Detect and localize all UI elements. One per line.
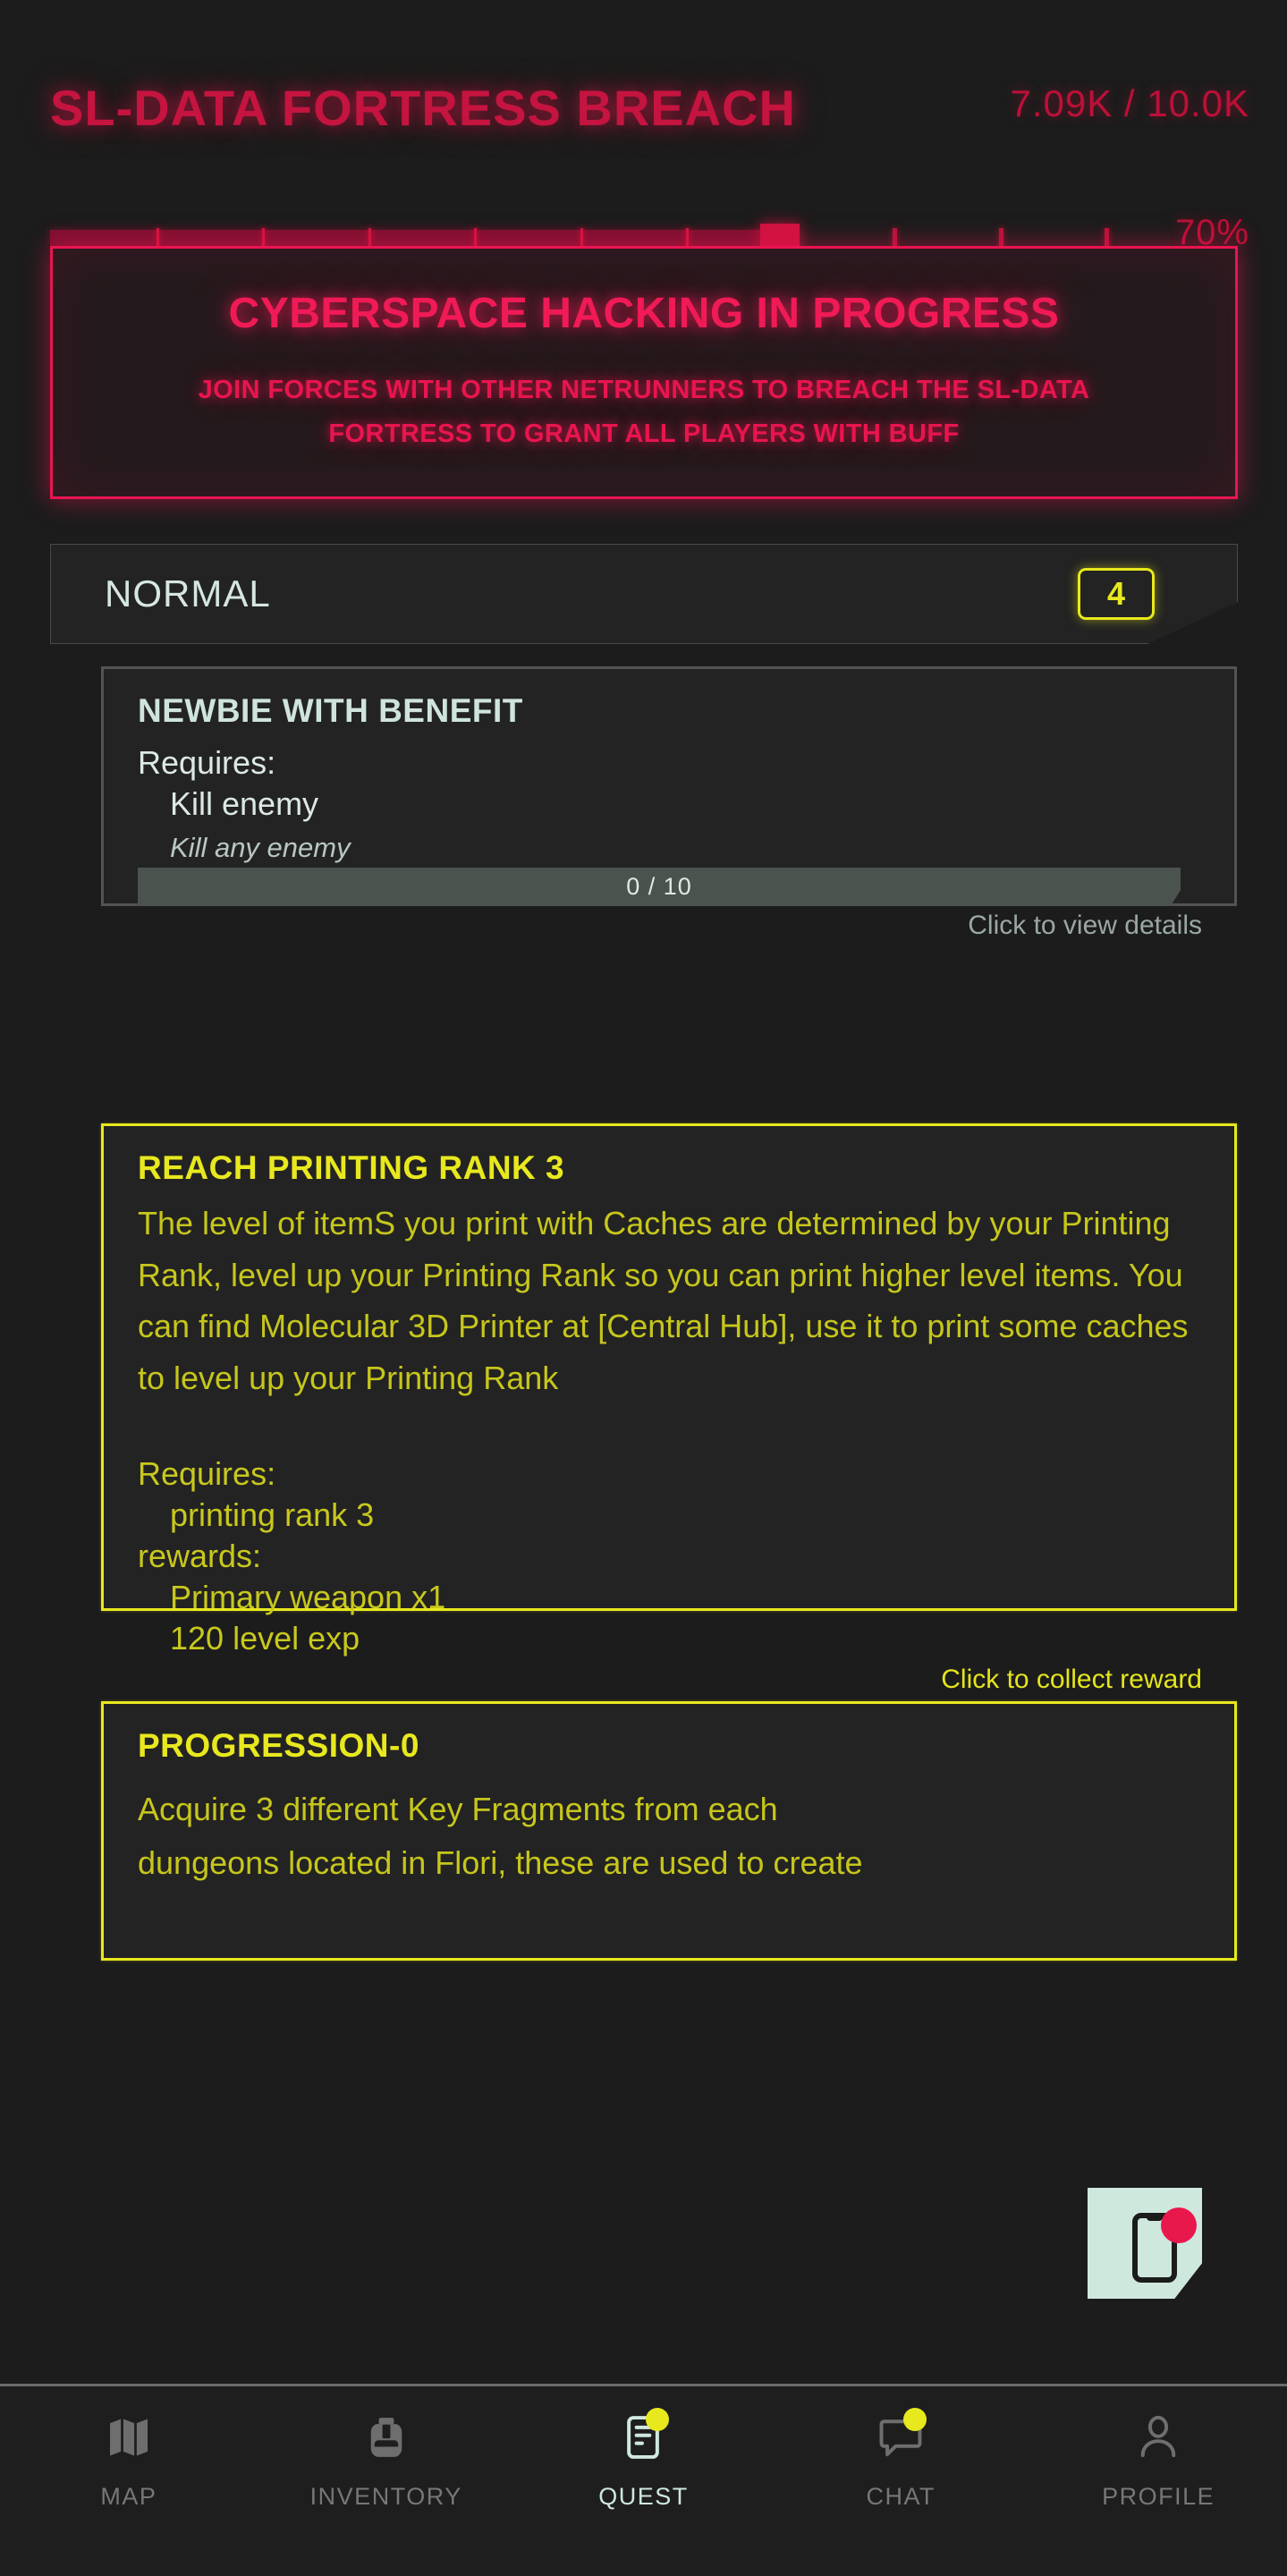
nav-item-quest[interactable]: QUEST [515, 2408, 773, 2511]
quest-progress-bar: 0 / 10 [138, 868, 1181, 905]
nav-item-map[interactable]: MAP [0, 2410, 258, 2511]
game-screen: SL-DATA FORTRESS BREACH 7.09K / 10.0K 70… [0, 0, 1287, 2576]
event-progress-tick [998, 228, 1003, 248]
event-progress-divider [474, 228, 477, 248]
backpack-icon [359, 2410, 414, 2465]
event-progress-divider [368, 228, 371, 248]
notification-dot-icon [1161, 2207, 1197, 2243]
quest-reward-item: 120 level exp [170, 1620, 360, 1657]
event-banner: CYBERSPACE HACKING IN PROGRESS JOIN FORC… [50, 246, 1238, 499]
nav-item-label: PROFILE [1102, 2483, 1215, 2510]
nav-item-label: INVENTORY [309, 2483, 462, 2510]
phone-notification-icon[interactable] [1088, 2188, 1202, 2299]
quest-description: The level of itemS you print with Caches… [138, 1205, 1189, 1396]
quest-list-icon [615, 2408, 671, 2465]
event-progress-divider [686, 228, 689, 248]
chat-bubble-icon [873, 2408, 928, 2465]
difficulty-row-normal[interactable]: NORMAL 4 [50, 544, 1238, 644]
quest-description: Acquire 3 different Key Fragments from e… [138, 1783, 1193, 1891]
event-progress-fill [50, 230, 792, 246]
nav-item-label: MAP [100, 2483, 157, 2510]
nav-item-label: QUEST [598, 2483, 689, 2510]
quest-card-list: NEWBIE WITH BENEFIT Requires: Kill enemy… [0, 666, 1287, 2384]
difficulty-count-badge: 4 [1078, 568, 1155, 620]
quest-requirement: printing rank 3 [170, 1496, 375, 1533]
event-progress-divider [262, 228, 265, 248]
event-progress-divider [580, 228, 583, 248]
banner-subtitle: JOIN FORCES WITH OTHER NETRUNNERS TO BRE… [199, 369, 1090, 455]
banner-title: CYBERSPACE HACKING IN PROGRESS [228, 290, 1060, 338]
quest-card-reach-printing-rank-3[interactable]: REACH PRINTING RANK 3 The level of itemS… [101, 1123, 1237, 1694]
quest-progress-text: 0 / 10 [626, 872, 692, 900]
difficulty-label: NORMAL [105, 572, 271, 614]
difficulty-count: 4 [1106, 575, 1126, 612]
quest-requirement: Kill enemy [170, 785, 319, 822]
event-header: SL-DATA FORTRESS BREACH 7.09K / 10.0K 70… [0, 63, 1287, 254]
quest-card-newbie-with-benefit[interactable]: NEWBIE WITH BENEFIT Requires: Kill enemy… [101, 666, 1237, 940]
quest-title: PROGRESSION-0 [138, 1727, 419, 1764]
quest-reward-item: Primary weapon x1 [170, 1579, 446, 1615]
quest-action-collect-reward[interactable]: Click to collect reward [941, 1665, 1202, 1695]
quest-title: NEWBIE WITH BENEFIT [138, 692, 523, 729]
quest-title: REACH PRINTING RANK 3 [138, 1149, 565, 1186]
nav-item-profile[interactable]: PROFILE [1029, 2410, 1287, 2511]
event-title: SL-DATA FORTRESS BREACH [50, 80, 796, 136]
banner-subtitle-line1: JOIN FORCES WITH OTHER NETRUNNERS TO BRE… [198, 376, 1090, 405]
nav-item-inventory[interactable]: INVENTORY [258, 2410, 515, 2511]
quest-requires-label: Requires: [138, 1455, 276, 1492]
banner-subtitle-line2: FORTRESS TO GRANT ALL PLAYERS WITH BUFF [328, 419, 960, 448]
map-icon [101, 2410, 157, 2465]
quest-action-view-details[interactable]: Click to view details [968, 911, 1202, 941]
quest-card-progression-0[interactable]: PROGRESSION-0 Acquire 3 different Key Fr… [101, 1701, 1237, 1961]
event-progress-tick [893, 228, 897, 248]
quest-requires-label: Requires: [138, 744, 276, 781]
event-progress-divider [156, 228, 159, 248]
nav-item-label: CHAT [866, 2483, 936, 2510]
bottom-navigation: MAP INVENTORY QUEST CHAT PROFILE [0, 2386, 1287, 2576]
event-progress-count: 7.09K / 10.0K [1010, 82, 1249, 124]
event-progress-tick [1105, 228, 1109, 248]
nav-item-chat[interactable]: CHAT [772, 2408, 1029, 2511]
quest-description-line2: dungeons located in Flori, these are use… [138, 1844, 863, 1882]
quest-rewards-label: rewards: [138, 1538, 262, 1574]
quest-requirement-detail: Kill any enemy [170, 832, 351, 863]
person-icon [1130, 2410, 1186, 2465]
quest-description-line1: Acquire 3 different Key Fragments from e… [138, 1791, 778, 1827]
